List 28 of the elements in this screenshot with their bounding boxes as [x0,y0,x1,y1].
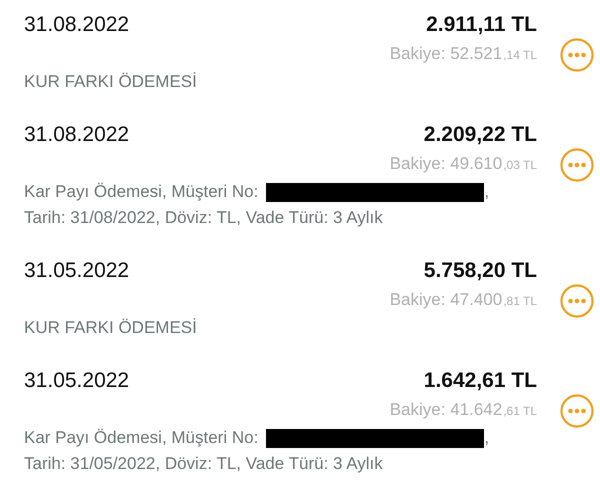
balance-cents: ,03 TL [503,158,537,172]
punctuation: , [484,182,490,202]
more-options-icon[interactable] [560,394,594,428]
balance-text: Bakiye: 47.400 [390,290,502,310]
balance-text: Bakiye: 49.610 [390,154,502,174]
transaction-date: 31.08.2022 [24,123,130,147]
transaction-amount: 2.209,22 TL [424,123,537,147]
transaction-amount: 5.758,20 TL [424,259,537,283]
more-options-icon[interactable] [560,148,594,182]
transaction-amount: 2.911,11 TL [426,13,537,37]
balance-text: Bakiye: 41.642 [390,400,502,420]
transaction-description: KUR FARKI ÖDEMESİ [24,318,197,338]
transaction-amount: 1.642,61 TL [424,369,537,393]
transaction-description: Kar Payı Ödemesi, Müşteri No: [24,428,258,448]
transaction-description: KUR FARKI ÖDEMESİ [24,72,197,92]
balance-cents: ,81 TL [503,294,537,308]
balance-text: Bakiye: 52.521 [390,44,502,64]
punctuation: , [484,428,490,448]
balance-cents: ,14 TL [503,48,537,62]
transaction-date: 31.05.2022 [24,259,130,283]
transaction-description: Kar Payı Ödemesi, Müşteri No: [24,182,258,202]
more-options-icon[interactable] [560,284,594,318]
transaction-details: Tarih: 31/05/2022, Döviz: TL, Vade Türü: 3 Aylık [24,454,383,474]
transaction-date: 31.05.2022 [24,369,130,393]
balance-cents: ,61 TL [503,404,537,418]
transaction-details: Tarih: 31/08/2022, Döviz: TL, Vade Türü: 3 Aylık [24,208,383,228]
more-options-icon[interactable] [560,38,594,72]
transaction-date: 31.08.2022 [24,13,130,37]
